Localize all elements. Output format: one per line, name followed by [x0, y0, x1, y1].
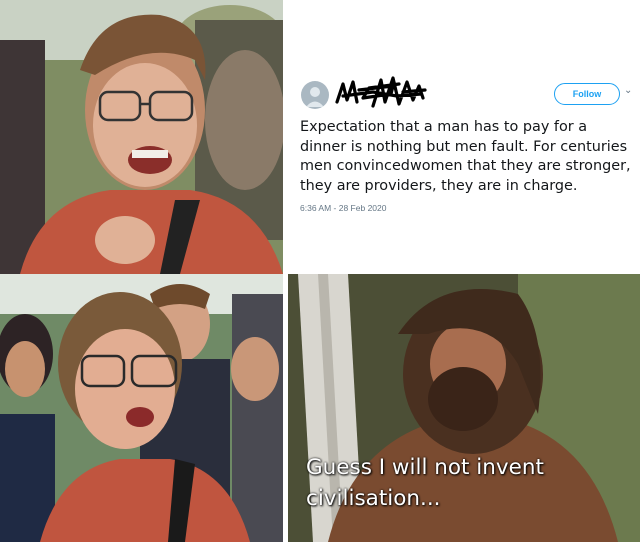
tweet-text: Expectation that a man has to pay for a … — [300, 119, 631, 194]
photo-angry-woman — [0, 274, 283, 542]
tweet-card: Follow ⌄ Expectation that a man has to p… — [283, 0, 640, 274]
photo-smiling-woman — [0, 0, 283, 274]
meme-caption: Guess I will not invent civilisation... — [306, 455, 544, 511]
redacted-username-scribble — [333, 72, 428, 114]
default-avatar-icon[interactable] — [301, 81, 329, 109]
chevron-down-icon[interactable]: ⌄ — [624, 85, 632, 96]
follow-button[interactable]: Follow — [554, 83, 620, 105]
photo-caveman: Guess I will not invent civilisation... — [288, 274, 640, 542]
tweet-timestamp[interactable]: 6:36 AM - 28 Feb 2020 — [300, 203, 386, 213]
